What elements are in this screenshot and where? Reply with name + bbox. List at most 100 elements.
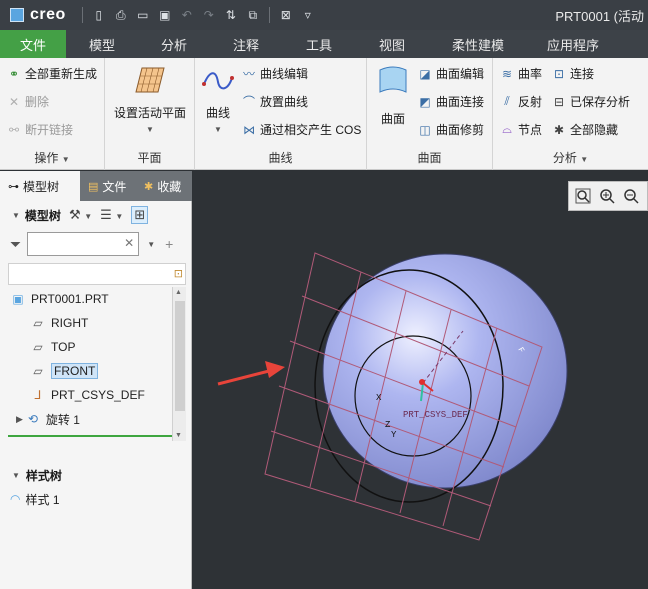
open-folder-icon[interactable]: ▭	[135, 7, 151, 23]
hide-all-button[interactable]: ✱ 全部隐藏	[551, 121, 618, 138]
clear-icon[interactable]: ✕	[124, 236, 134, 250]
regenerate-icon: ⚭	[8, 66, 20, 81]
place-curve-button[interactable]: ⌒ 放置曲线	[241, 93, 308, 110]
title-bar: creo ▯ ⎙ ▭ ▣ ↶ ↷ ⇅ ⧉ ⊠ ▿ PRT0001 (活动	[0, 0, 648, 30]
tab-tools[interactable]: 工具	[282, 30, 356, 58]
set-active-plane-button[interactable]: 设置活动平面 ▼	[111, 66, 189, 134]
saved-analysis-label: 已保存分析	[570, 95, 631, 109]
tree-item-part[interactable]: ▣ PRT0001.PRT	[0, 287, 172, 311]
curve-button[interactable]: 曲线 ▼	[199, 66, 237, 134]
model-tree-toolbar: ▼ 模型树 ⚒ ▼ ☰ ▼ ⊞	[0, 201, 192, 229]
insert-indicator	[8, 435, 172, 437]
datum-plane-icon: ▱	[33, 340, 43, 354]
tree-item-revolve[interactable]: ▶ ⟲ 旋转 1	[0, 407, 172, 431]
place-curve-icon: ⌒	[242, 95, 255, 109]
curvature-button[interactable]: ≋ 曲率	[499, 65, 542, 82]
style-item[interactable]: ◠ 样式 1	[10, 487, 60, 511]
axis-y-label: Y	[391, 430, 397, 440]
tab-view[interactable]: 视图	[356, 30, 428, 58]
tree-item-right[interactable]: ▱ RIGHT	[0, 311, 172, 335]
undo-icon[interactable]: ↶	[179, 7, 195, 23]
tree-item-top[interactable]: ▱ TOP	[0, 335, 172, 359]
surface-connect-icon: ◩	[419, 94, 431, 109]
datum-plane-icon: ▱	[33, 364, 43, 378]
windows-icon[interactable]: ⧉	[245, 7, 261, 23]
delete-button[interactable]: ✕ 删除	[6, 93, 49, 110]
delete-icon: ✕	[8, 94, 20, 109]
reflection-icon: ⫽	[504, 94, 510, 108]
tab-favorites[interactable]: ✱ 收藏	[136, 171, 192, 201]
saved-analysis-button[interactable]: ⊟ 已保存分析	[551, 93, 630, 110]
new-file-icon[interactable]: ▯	[91, 7, 107, 23]
curves-group-label: 曲线	[268, 151, 293, 165]
expand-chevron-icon[interactable]: ▶	[16, 414, 23, 425]
tab-file[interactable]: 文件	[0, 30, 66, 58]
print-icon[interactable]: ⎙	[113, 7, 129, 23]
regenerate-all-button[interactable]: ⚭ 全部重新生成	[6, 65, 97, 82]
tree-vertical-scrollbar[interactable]: ▲ ▼	[172, 287, 186, 441]
reflection-button[interactable]: ⫽ 反射	[499, 93, 542, 110]
chevron-down-icon: ▼	[146, 125, 154, 134]
surface-edit-button[interactable]: ◪ 曲面编辑	[417, 65, 484, 82]
tab-annotate[interactable]: 注释	[210, 30, 282, 58]
tab-applications[interactable]: 应用程序	[528, 30, 618, 58]
column-settings-icon[interactable]: ⊡	[174, 267, 183, 280]
save-icon[interactable]: ▣	[157, 7, 173, 23]
tab-analysis[interactable]: 分析	[138, 30, 210, 58]
connect-label: 连接	[570, 67, 595, 81]
operations-group-label[interactable]: 操作 ▼	[0, 149, 104, 166]
scroll-down-icon[interactable]: ▼	[175, 432, 182, 439]
axis-x-label: X	[376, 393, 382, 403]
search-input[interactable]: ✕	[27, 232, 140, 256]
customize-dropdown-icon[interactable]: ▿	[300, 7, 316, 23]
folder-icon: ▤	[88, 180, 99, 193]
filter-icon[interactable]: ⏷	[10, 236, 21, 253]
break-link-icon: ⚯	[8, 122, 20, 137]
nodes-button[interactable]: ⌓ 节点	[499, 121, 542, 138]
search-options-chevron-icon[interactable]: ▼	[147, 240, 155, 249]
graphics-viewport[interactable]: X Z Y PRT_CSYS_DEF F	[193, 171, 648, 589]
show-list-icon[interactable]: ☰ ▼	[100, 207, 123, 223]
collapse-chevron-icon[interactable]: ▼	[12, 471, 20, 480]
filter-display-icon[interactable]: ⊞	[131, 206, 149, 224]
navigator-panel: ⊶ 模型树 ▤ 文件 ✱ 收藏 ▼ 模型树 ⚒ ▼ ☰ ▼ ⊞ ⏷ ✕ ▼ + …	[0, 171, 192, 589]
model-graphics: X Z Y PRT_CSYS_DEF F	[217, 252, 568, 541]
curve-label: 曲线	[205, 106, 230, 120]
tab-model[interactable]: 模型	[66, 30, 138, 58]
tree-item-front[interactable]: ▱ FRONT	[0, 359, 172, 383]
surface-button[interactable]: 曲面	[373, 64, 413, 127]
style-tree-header[interactable]: ▼ 样式树	[0, 463, 192, 487]
model-tree-label: 模型树	[24, 208, 61, 223]
curvature-label: 曲率	[518, 67, 543, 81]
scroll-up-icon[interactable]: ▲	[175, 289, 182, 296]
settings-tools-icon[interactable]: ⚒ ▼	[69, 207, 92, 223]
close-window-icon[interactable]: ⊠	[278, 7, 294, 23]
axis-z-label: Z	[385, 420, 391, 430]
break-link-button[interactable]: ⚯ 断开链接	[6, 121, 73, 138]
model-tree-icon: ⊶	[8, 180, 19, 193]
analysis-group-label[interactable]: 分析 ▼	[493, 149, 648, 166]
surface-trim-button[interactable]: ◫ 曲面修剪	[417, 121, 484, 138]
tab-model-tree[interactable]: ⊶ 模型树	[0, 171, 80, 201]
creo-cube-icon	[10, 8, 24, 22]
tab-flexible-modeling[interactable]: 柔性建模	[428, 30, 528, 58]
csys-label: PRT_CSYS_DEF	[403, 410, 468, 420]
add-icon[interactable]: +	[165, 236, 173, 252]
surface-edit-label: 曲面编辑	[436, 67, 485, 81]
connect-button[interactable]: ⊡ 连接	[551, 65, 594, 82]
tree-item-csys[interactable]: ⅃ PRT_CSYS_DEF	[0, 383, 172, 407]
connect-icon: ⊡	[553, 66, 565, 81]
intersect-cos-button[interactable]: ⋈ 通过相交产生 COS	[241, 121, 361, 138]
hide-all-label: 全部隐藏	[570, 123, 619, 137]
tab-folder-browser[interactable]: ▤ 文件	[80, 171, 136, 201]
surface-connect-button[interactable]: ◩ 曲面连接	[417, 93, 484, 110]
intersect-cos-icon: ⋈	[243, 122, 255, 137]
collapse-chevron-icon[interactable]: ▼	[12, 211, 20, 220]
intersect-cos-label: 通过相交产生 COS	[260, 123, 362, 137]
redo-icon[interactable]: ↷	[201, 7, 217, 23]
scroll-thumb[interactable]	[175, 301, 185, 411]
curve-edit-button[interactable]: 〰 曲线编辑	[241, 65, 308, 82]
regenerate-icon[interactable]: ⇅	[223, 7, 239, 23]
curve-edit-icon: 〰	[242, 67, 255, 81]
reflection-label: 反射	[518, 95, 543, 109]
